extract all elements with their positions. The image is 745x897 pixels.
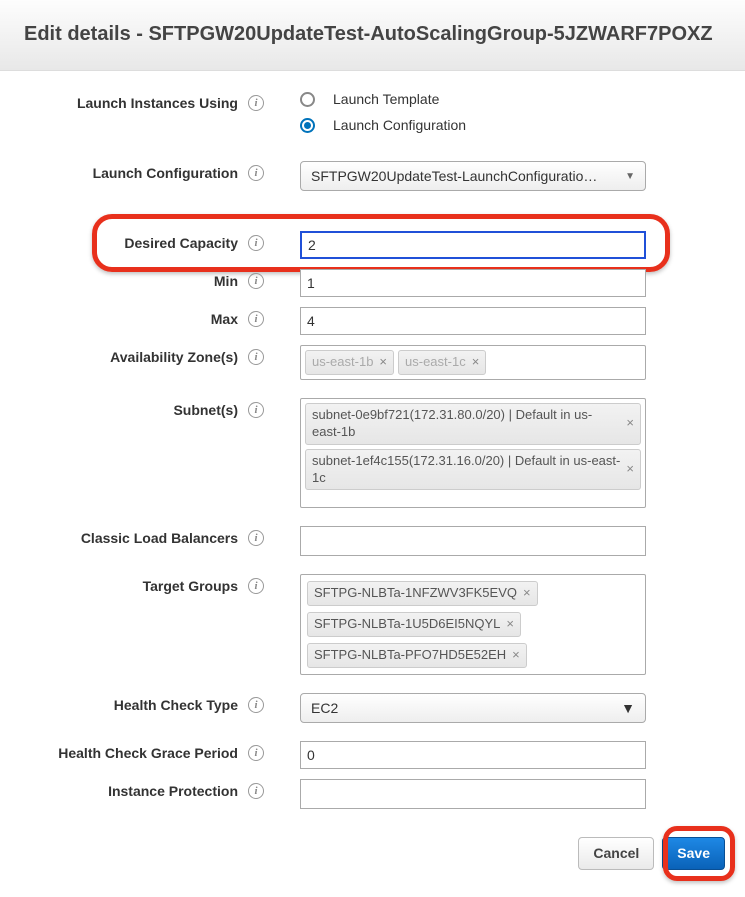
cancel-button[interactable]: Cancel xyxy=(578,837,654,870)
label-health-grace: Health Check Grace Period xyxy=(58,745,238,761)
chevron-down-icon: ▼ xyxy=(621,700,635,716)
row-launch-config: Launch Configuration i SFTPGW20UpdateTes… xyxy=(20,161,725,191)
target-groups-input[interactable]: SFTPG-NLBTa-1NFZWV3FK5EVQ × SFTPG-NLBTa-… xyxy=(300,574,646,675)
radio-label-config: Launch Configuration xyxy=(333,117,466,133)
target-group-tag: SFTPG-NLBTa-PFO7HD5E52EH × xyxy=(307,643,527,668)
remove-tag-icon[interactable]: × xyxy=(523,585,531,602)
info-icon[interactable]: i xyxy=(248,349,264,365)
label-clb: Classic Load Balancers xyxy=(81,530,238,546)
input-instance-protection[interactable] xyxy=(300,779,646,809)
input-desired-capacity[interactable] xyxy=(300,231,646,259)
label-desired: Desired Capacity xyxy=(124,235,238,251)
row-health-type: Health Check Type i EC2 ▼ xyxy=(20,693,725,723)
label-instance-protection: Instance Protection xyxy=(108,783,238,799)
remove-tag-icon[interactable]: × xyxy=(472,354,480,371)
select-value: SFTPGW20UpdateTest-LaunchConfiguratio… xyxy=(311,168,597,184)
az-tag: us-east-1b × xyxy=(305,350,394,375)
remove-tag-icon[interactable]: × xyxy=(379,354,387,371)
label-subnets: Subnet(s) xyxy=(173,402,238,418)
az-tag-input[interactable]: us-east-1b × us-east-1c × xyxy=(300,345,646,380)
info-icon[interactable]: i xyxy=(248,402,264,418)
dialog-footer: Cancel Save xyxy=(0,837,745,890)
info-icon[interactable]: i xyxy=(248,273,264,289)
label-min: Min xyxy=(214,273,238,289)
input-max[interactable] xyxy=(300,307,646,335)
input-min[interactable] xyxy=(300,269,646,297)
subnet-tag: subnet-0e9bf721(172.31.80.0/20) | Defaul… xyxy=(305,403,641,445)
row-health-grace: Health Check Grace Period i xyxy=(20,741,725,769)
radio-label-template: Launch Template xyxy=(333,91,439,107)
row-instance-protection: Instance Protection i xyxy=(20,779,725,809)
remove-tag-icon[interactable]: × xyxy=(506,616,514,633)
subnet-tag: subnet-1ef4c155(172.31.16.0/20) | Defaul… xyxy=(305,449,641,491)
label-max: Max xyxy=(211,311,238,327)
remove-tag-icon[interactable]: × xyxy=(512,647,520,664)
subnet-tag-input[interactable]: subnet-0e9bf721(172.31.80.0/20) | Defaul… xyxy=(300,398,646,508)
row-desired-capacity: Desired Capacity i xyxy=(20,231,725,259)
label-az: Availability Zone(s) xyxy=(110,349,238,365)
row-clb: Classic Load Balancers i xyxy=(20,526,725,556)
chevron-down-icon: ▼ xyxy=(625,171,635,182)
remove-tag-icon[interactable]: × xyxy=(626,415,634,432)
row-min: Min i xyxy=(20,269,725,297)
select-launch-config[interactable]: SFTPGW20UpdateTest-LaunchConfiguratio… ▼ xyxy=(300,161,646,191)
info-icon[interactable]: i xyxy=(248,783,264,799)
radio-unchecked-icon xyxy=(300,92,315,107)
dialog-title: Edit details - SFTPGW20UpdateTest-AutoSc… xyxy=(24,12,725,56)
label-target-groups: Target Groups xyxy=(143,578,238,594)
radio-launch-template[interactable]: Launch Template xyxy=(300,91,725,107)
dialog-header: Edit details - SFTPGW20UpdateTest-AutoSc… xyxy=(0,0,745,71)
input-health-grace[interactable] xyxy=(300,741,646,769)
target-group-tag: SFTPG-NLBTa-1NFZWV3FK5EVQ × xyxy=(307,581,538,606)
info-icon[interactable]: i xyxy=(248,311,264,327)
remove-tag-icon[interactable]: × xyxy=(626,461,634,478)
label-health-type: Health Check Type xyxy=(114,697,238,713)
save-button[interactable]: Save xyxy=(662,837,725,870)
row-max: Max i xyxy=(20,307,725,335)
info-icon[interactable]: i xyxy=(248,95,264,111)
az-tag: us-east-1c × xyxy=(398,350,486,375)
select-health-type[interactable]: EC2 ▼ xyxy=(300,693,646,723)
info-icon[interactable]: i xyxy=(248,235,264,251)
info-icon[interactable]: i xyxy=(248,697,264,713)
input-clb[interactable] xyxy=(300,526,646,556)
info-icon[interactable]: i xyxy=(248,165,264,181)
radio-checked-icon xyxy=(300,118,315,133)
row-subnets: Subnet(s) i subnet-0e9bf721(172.31.80.0/… xyxy=(20,398,725,508)
row-az: Availability Zone(s) i us-east-1b × us-e… xyxy=(20,345,725,380)
info-icon[interactable]: i xyxy=(248,745,264,761)
form-body: Launch Instances Using i Launch Template… xyxy=(0,71,745,837)
radio-launch-config[interactable]: Launch Configuration xyxy=(300,117,725,133)
select-value: EC2 xyxy=(311,700,338,716)
label-launch-instances: Launch Instances Using xyxy=(77,95,238,111)
label-launch-config: Launch Configuration xyxy=(93,165,238,181)
row-target-groups: Target Groups i SFTPG-NLBTa-1NFZWV3FK5EV… xyxy=(20,574,725,675)
target-group-tag: SFTPG-NLBTa-1U5D6EI5NQYL × xyxy=(307,612,521,637)
info-icon[interactable]: i xyxy=(248,530,264,546)
row-launch-instances: Launch Instances Using i Launch Template… xyxy=(20,91,725,133)
info-icon[interactable]: i xyxy=(248,578,264,594)
